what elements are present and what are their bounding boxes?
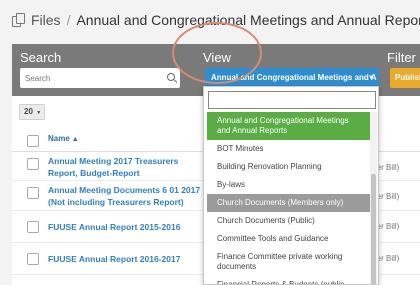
dropdown-scrollbar[interactable] [370,112,377,284]
file-link[interactable]: Annual Meeting Documents 6 01 2017 (Not … [48,184,208,208]
dropdown-item[interactable]: BOT Minutes [207,140,370,158]
dropdown-item[interactable]: Building Renovation Planning [207,158,370,176]
dropdown-item[interactable]: Financial Reports & Budgets (public [207,276,370,284]
file-link[interactable]: Annual Meeting 2017 Treasurers Report, B… [48,155,208,179]
dropdown-item[interactable]: Committee Tools and Guidance [207,230,370,248]
publish-filter-button[interactable]: Publish [390,68,420,88]
page-size-select[interactable]: 20 ▼ [19,104,45,120]
row-checkbox[interactable] [27,253,39,265]
page-size-value: 20 [24,107,33,116]
chevron-down-icon: ▼ [34,110,42,116]
view-dropdown-menu: Annual and Congregational Meetings and A… [203,86,379,285]
view-select-value: Annual and Congregational Meetings and A [211,73,377,82]
breadcrumb-root[interactable]: Files [31,12,61,28]
dropdown-search-box [208,91,376,111]
row-checkbox[interactable] [27,221,39,233]
select-all-checkbox[interactable] [27,135,39,147]
search-icon[interactable] [167,73,175,81]
page-title: Annual and Congregational Meetings and A… [76,12,420,28]
search-box [20,68,180,89]
name-column-label: Name [48,134,70,143]
scrollbar-thumb[interactable] [371,174,376,284]
view-select[interactable]: Annual and Congregational Meetings and A… [205,68,379,88]
dropdown-item[interactable]: Church Documents (Public) [207,212,370,230]
chevron-down-icon: ▼ [368,75,374,81]
sort-up-icon: ▲ [71,136,79,143]
row-checkbox[interactable] [27,187,39,199]
search-label: Search [20,50,62,65]
breadcrumb-separator: / [66,12,71,28]
filter-label: Filter [387,50,416,65]
dropdown-item[interactable]: Annual and Congregational Meetings and A… [207,112,370,140]
dropdown-item[interactable]: By-laws [207,176,370,194]
breadcrumb: Files / Annual and Congregational Meetin… [12,9,420,31]
view-label: View [203,50,231,65]
files-icon [12,13,26,27]
row-checkbox[interactable] [27,158,39,170]
dropdown-search-input[interactable] [209,94,375,111]
dropdown-item[interactable]: Finance Committee private working docume… [207,248,370,276]
name-column-header[interactable]: Name ▲ [48,134,79,143]
dropdown-item[interactable]: Church Documents (Members only) [207,194,370,212]
search-input[interactable] [20,68,180,89]
dropdown-list: Annual and Congregational Meetings and A… [207,112,370,284]
